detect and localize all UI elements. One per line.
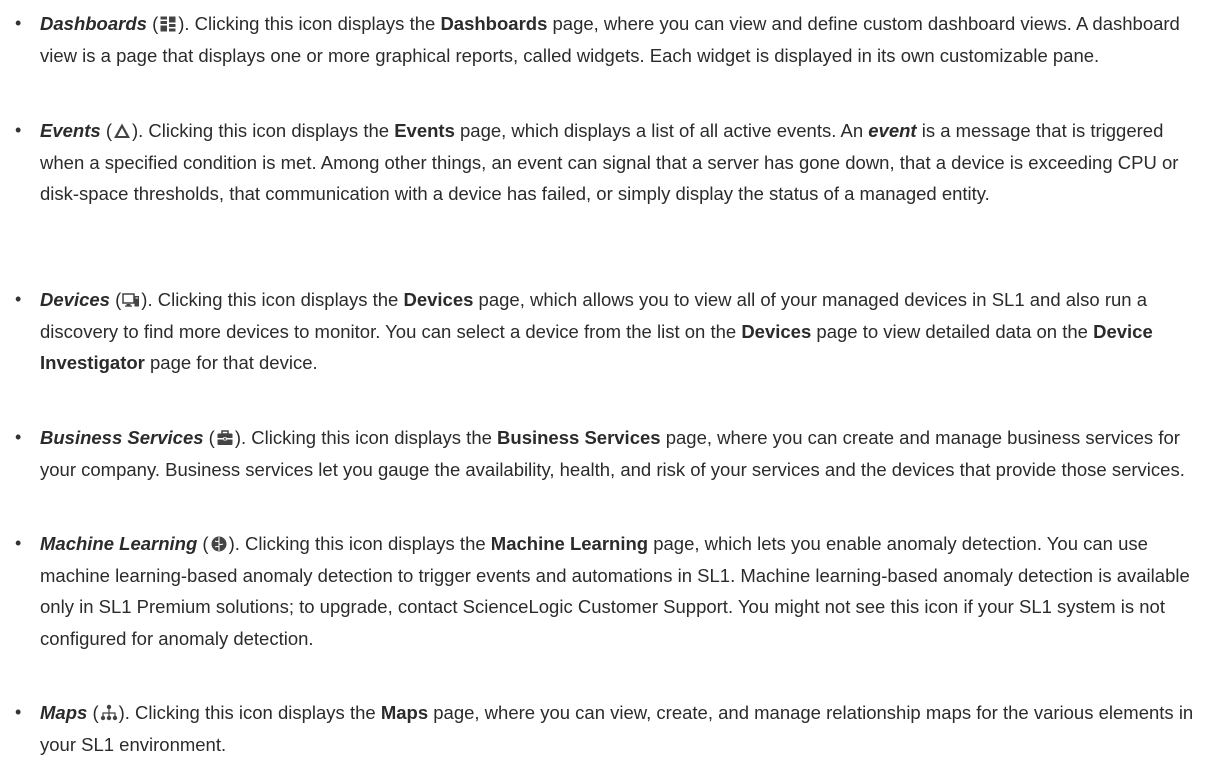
paren-open: ( — [92, 702, 99, 723]
text-segment: page, which displays a list of all activ… — [454, 120, 869, 141]
page-name-devices-2: Devices — [741, 320, 812, 342]
text-segment: . Clicking this icon displays the — [124, 702, 381, 723]
text-segment: . Clicking this icon displays the — [184, 13, 441, 34]
page-name-maps: Maps — [380, 702, 429, 723]
list-item-dashboards: • Dashboards (). Clicking this icon disp… — [15, 8, 1200, 71]
bullet: • — [15, 120, 22, 140]
text-segment: page for that device. — [144, 352, 318, 373]
text-segment: page to view detailed data on the — [811, 320, 1094, 342]
term-maps: Maps — [40, 702, 88, 723]
term-event: event — [868, 120, 917, 141]
paren-open: ( — [152, 13, 159, 34]
term-dashboards: Dashboards — [40, 13, 147, 34]
text-segment: . Clicking this icon displays the — [234, 533, 491, 554]
paren-open: ( — [115, 289, 122, 310]
term-devices: Devices — [40, 289, 110, 310]
list-item-events: • Events (). Clicking this icon displays… — [15, 115, 1200, 210]
list-item-business-services: • Business Services (). Clicking this ic… — [15, 422, 1200, 485]
paren-open: ( — [208, 427, 215, 448]
bullet: • — [15, 289, 22, 309]
text-segment: . Clicking this icon displays the — [147, 289, 404, 310]
bullet: • — [15, 702, 22, 722]
bullet: • — [15, 13, 22, 33]
page-name-machine-learning: Machine Learning — [490, 533, 649, 554]
list-item-maps: • Maps (). Clicking this icon displays t… — [15, 697, 1200, 760]
business-services-icon — [216, 429, 234, 447]
dashboards-icon — [159, 15, 177, 33]
bullet: • — [15, 533, 22, 553]
devices-icon — [122, 291, 140, 309]
events-icon — [113, 122, 131, 140]
page-name-business-services: Business Services — [497, 427, 661, 448]
text-segment: . Clicking this icon displays the — [138, 120, 395, 141]
maps-icon — [100, 704, 118, 722]
paren-open: ( — [202, 533, 209, 554]
term-events: Events — [40, 120, 101, 141]
machine-learning-icon — [210, 535, 228, 553]
list-item-devices: • Devices (). Clicking this icon display… — [15, 284, 1200, 379]
paren-open: ( — [105, 120, 112, 141]
list-item-machine-learning: • Machine Learning (). Clicking this ico… — [15, 528, 1200, 654]
term-business-services: Business Services — [40, 427, 204, 448]
term-machine-learning: Machine Learning — [40, 533, 198, 554]
page-name-events: Events — [394, 120, 455, 141]
bullet: • — [15, 427, 22, 447]
text-segment: . Clicking this icon displays the — [241, 427, 498, 448]
document-page: • Dashboards (). Clicking this icon disp… — [0, 0, 1215, 768]
page-name-dashboards: Dashboards — [440, 13, 548, 34]
page-name-devices: Devices — [403, 289, 474, 310]
